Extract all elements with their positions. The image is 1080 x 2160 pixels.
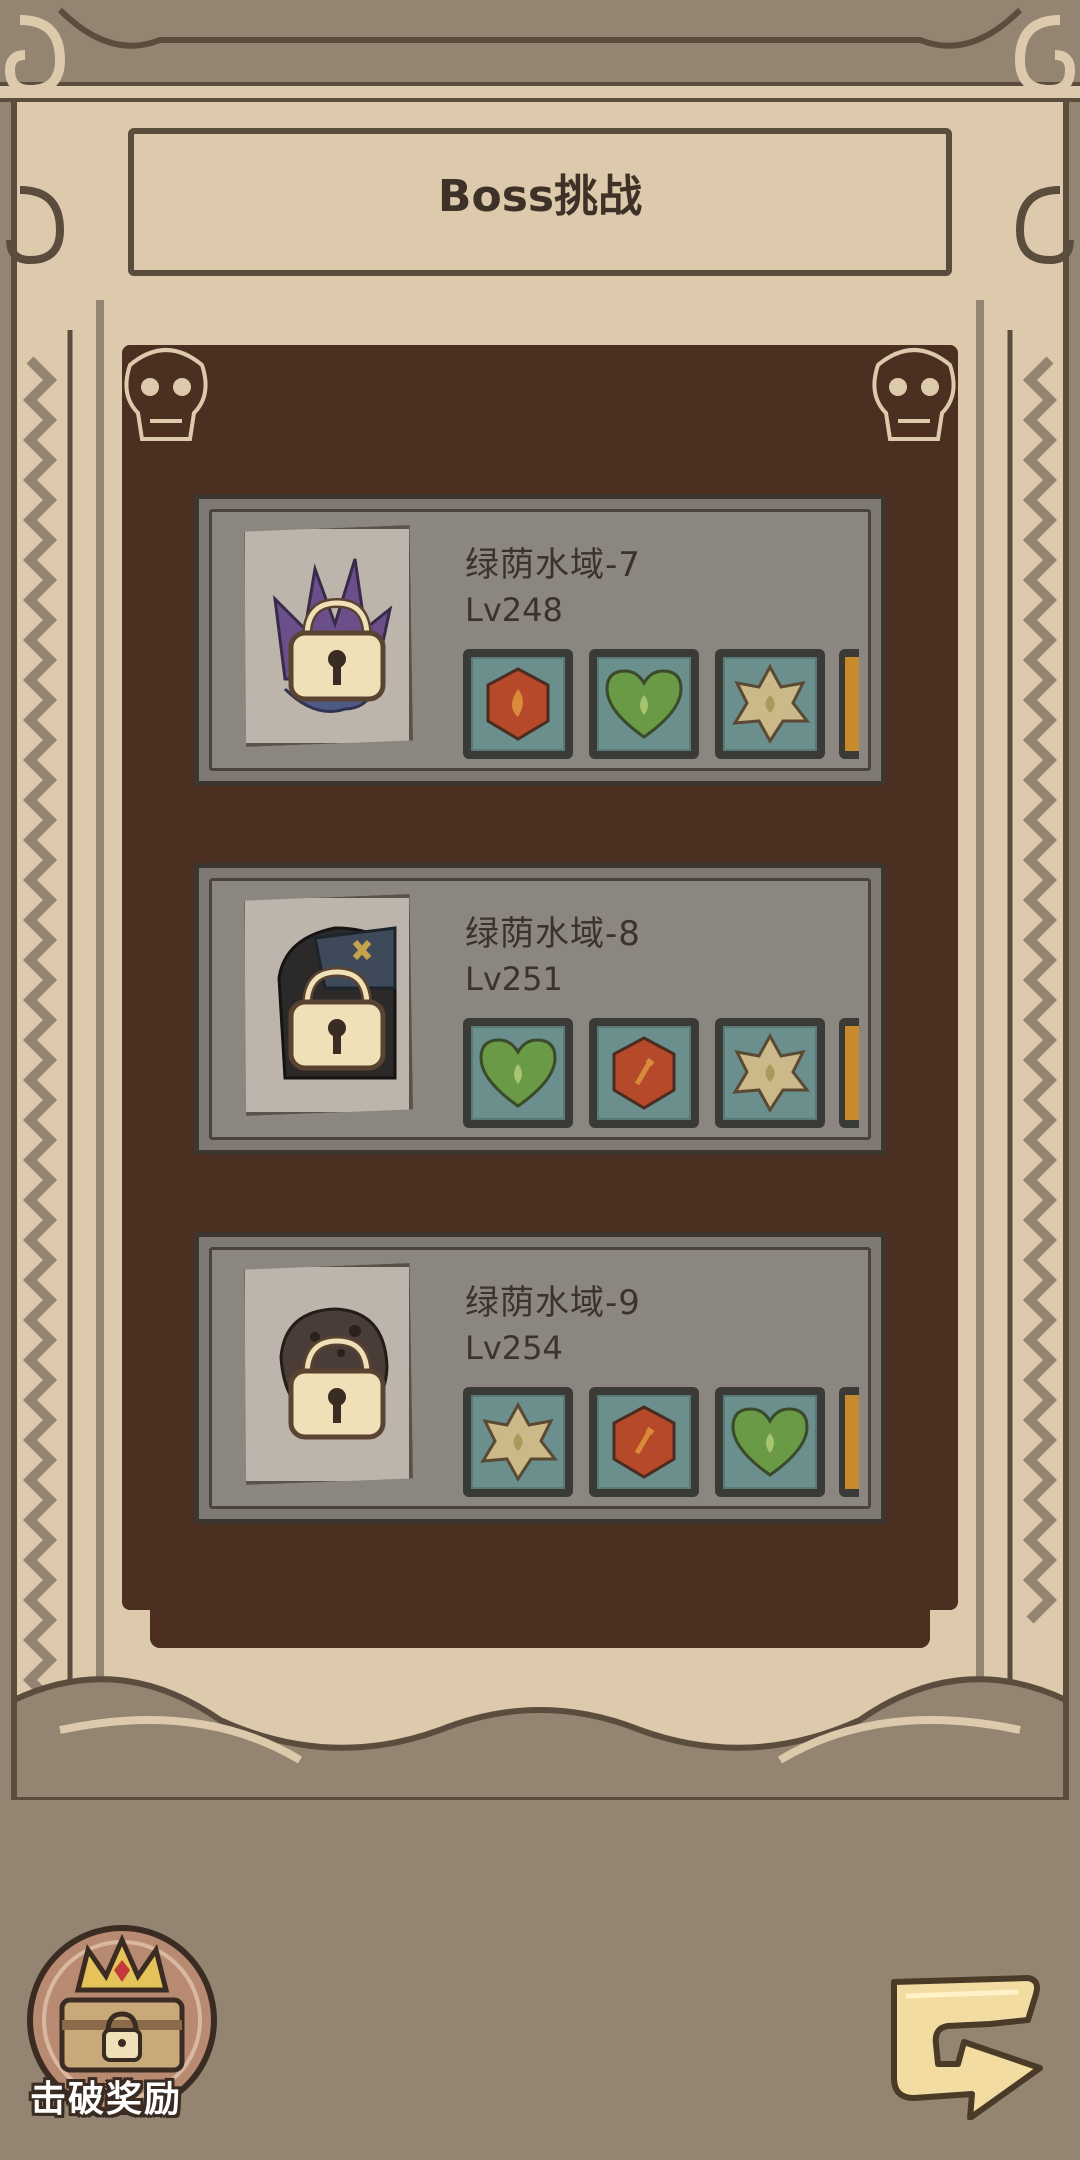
boss-name: 绿荫水域-9 — [465, 1283, 641, 1323]
earth-star-icon — [732, 1032, 811, 1113]
element-slot — [463, 1018, 573, 1128]
element-slot — [715, 649, 825, 759]
boss-card[interactable]: 绿荫水域-7 Lv248 — [194, 494, 886, 786]
boss-portrait — [244, 894, 413, 1116]
leaf-heart-icon — [479, 1038, 557, 1108]
lock-icon — [288, 966, 386, 1071]
boss-level: Lv251 — [465, 960, 563, 998]
leaf-heart-icon — [731, 1407, 809, 1477]
element-slot — [715, 1387, 825, 1497]
lock-icon — [288, 597, 386, 702]
element-slot — [463, 1387, 573, 1497]
earth-star-icon — [732, 663, 811, 744]
boss-portrait — [244, 1263, 413, 1485]
element-slot — [589, 649, 699, 759]
back-button[interactable] — [878, 1968, 1050, 2121]
leaf-heart-icon — [605, 669, 683, 739]
boss-level: Lv254 — [465, 1329, 563, 1367]
boss-card[interactable]: 绿荫水域-9 Lv254 — [194, 1232, 886, 1524]
element-slot — [463, 649, 573, 759]
boss-name: 绿荫水域-8 — [465, 914, 641, 954]
fire-hexagon-icon — [612, 1405, 676, 1479]
boss-name: 绿荫水域-7 — [465, 545, 641, 585]
element-slot — [589, 1018, 699, 1128]
fire-hexagon-icon — [612, 1036, 676, 1110]
element-slot — [715, 1018, 825, 1128]
reward-label: 击破奖励 — [30, 2079, 183, 2120]
skull-ornament-right-icon — [872, 348, 956, 441]
return-arrow-icon — [891, 1975, 1043, 2121]
fire-hexagon-icon — [486, 667, 550, 741]
boss-portrait — [244, 525, 413, 747]
boss-card[interactable]: 绿荫水域-8 Lv251 — [194, 863, 886, 1155]
lock-icon — [288, 1335, 386, 1440]
boss-level: Lv248 — [465, 591, 563, 629]
element-slot-partial — [839, 649, 859, 759]
element-slot-partial — [839, 1387, 859, 1497]
skull-ornament-left-icon — [124, 348, 208, 441]
element-slot-partial — [839, 1018, 859, 1128]
page-title: Boss挑战 — [437, 171, 643, 222]
board-base — [150, 1590, 930, 1648]
element-slot — [589, 1387, 699, 1497]
earth-star-icon — [480, 1401, 559, 1482]
